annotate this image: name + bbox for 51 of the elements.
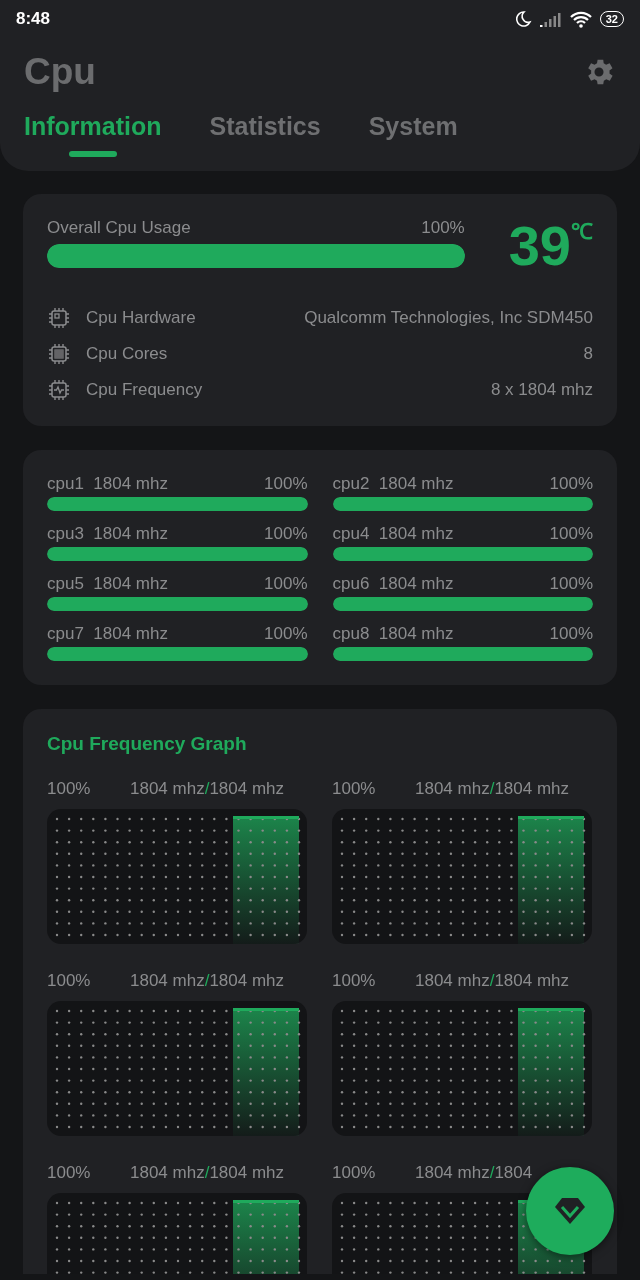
graph-frequency: 1804 mhz/1804 mhz: [415, 971, 571, 991]
graph-frequency: 1804 mhz/1804 mhz: [130, 779, 286, 799]
graph-reading: 100%: [332, 1163, 376, 1183]
info-value: 8 x 1804 mhz: [490, 380, 593, 400]
usage-label: Overall Cpu Usage: [47, 218, 191, 238]
info-label: Cpu Hardware: [86, 308, 197, 328]
info-label: Cpu Frequency: [86, 380, 204, 400]
core-label: cpu2 1804 mhz: [332, 474, 454, 494]
core-label: cpu4 1804 mhz: [332, 524, 454, 544]
hardware-chip-icon: [47, 306, 71, 330]
cores-chip-icon: [47, 342, 71, 366]
info-value: 8: [583, 344, 593, 364]
info-label: Cpu Cores: [86, 344, 169, 364]
core-label: cpu7 1804 mhz: [47, 624, 168, 644]
frequency-chip-icon: [47, 378, 71, 402]
usage-reading: 100%: [421, 218, 465, 238]
core-reading: 100%: [549, 474, 593, 494]
tab[interactable]: Statistics: [209, 112, 321, 157]
graph-frequency: 1804 mhz/1804 mhz: [130, 1163, 286, 1183]
core-label: cpu8 1804 mhz: [332, 624, 454, 644]
core-label: cpu1 1804 mhz: [47, 474, 168, 494]
tab[interactable]: System: [368, 112, 458, 157]
signal-icon: [539, 11, 562, 27]
core-reading: 100%: [549, 574, 593, 594]
core-label: cpu5 1804 mhz: [47, 574, 168, 594]
graph-title: Cpu Frequency Graph: [47, 733, 248, 755]
core-reading: 100%: [264, 474, 308, 494]
core-reading: 100%: [264, 574, 308, 594]
tab[interactable]: Information: [24, 112, 162, 157]
graph-frequency: 1804 mhz/1804 mhz: [415, 779, 571, 799]
core-reading: 100%: [264, 524, 308, 544]
graph-reading: 100%: [332, 779, 376, 799]
moon-icon: [513, 10, 532, 28]
graph-reading: 100%: [47, 1163, 91, 1183]
graph-frequency: 1804 mhz/1804: [415, 1163, 534, 1183]
graph-frequency: 1804 mhz/1804 mhz: [130, 971, 286, 991]
core-label: cpu6 1804 mhz: [332, 574, 454, 594]
core-reading: 100%: [549, 524, 593, 544]
temperature: 39: [508, 218, 571, 274]
wifi-icon: [569, 10, 592, 28]
graph-reading: 100%: [332, 971, 376, 991]
temperature-unit: ℃: [571, 218, 593, 244]
status-time: 8:48: [16, 9, 51, 29]
graph-reading: 100%: [47, 779, 91, 799]
core-reading: 100%: [264, 624, 308, 644]
core-label: cpu3 1804 mhz: [47, 524, 168, 544]
graph-reading: 100%: [47, 971, 91, 991]
app-title: Cpu: [24, 51, 97, 93]
core-reading: 100%: [549, 624, 593, 644]
info-value: Qualcomm Technologies, Inc SDM450: [304, 308, 593, 328]
diamond-icon: [553, 1196, 587, 1226]
